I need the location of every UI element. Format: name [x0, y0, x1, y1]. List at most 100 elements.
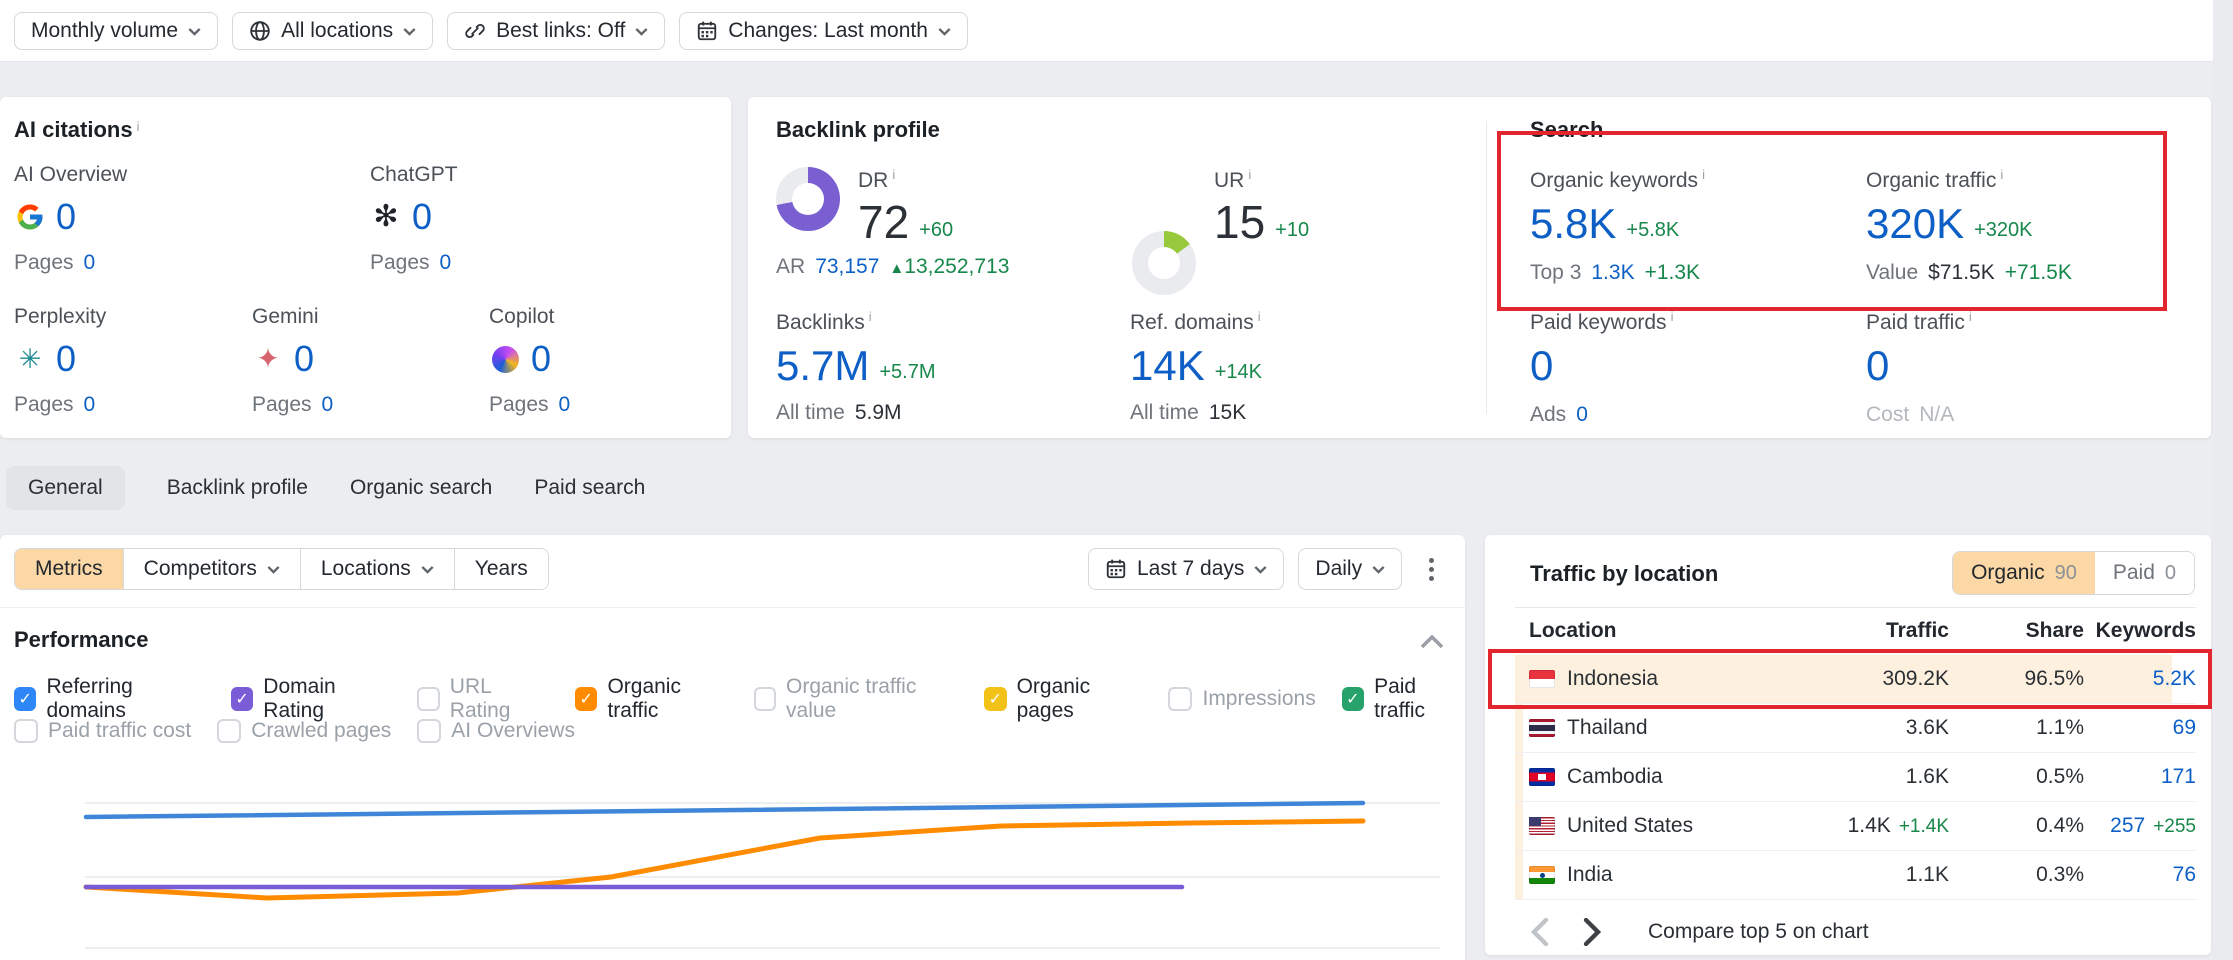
- info-icon[interactable]: i: [892, 167, 895, 182]
- scrollbar-gutter[interactable]: [2213, 0, 2233, 960]
- backlinks-value[interactable]: 5.7M: [776, 345, 869, 387]
- backlinks-label: Backlinks: [776, 311, 865, 334]
- date-range-label: Last 7 days: [1137, 557, 1244, 581]
- checkbox-icon: [1168, 687, 1192, 711]
- column-location[interactable]: Location: [1515, 619, 1779, 643]
- table-row-thailand[interactable]: Thailand 3.6K 1.1% 69: [1515, 704, 2196, 753]
- checkbox-ai-overviews[interactable]: AI Overviews: [417, 719, 575, 743]
- checkbox-crawled-pages[interactable]: Crawled pages: [217, 719, 391, 743]
- copilot-value[interactable]: 0: [531, 341, 551, 377]
- pages-label: Pages: [14, 393, 74, 417]
- info-icon[interactable]: i: [2000, 167, 2003, 182]
- column-keywords[interactable]: Keywords: [2084, 619, 2196, 643]
- collapse-chevron-up-icon[interactable]: [1420, 635, 1444, 649]
- next-page-icon[interactable]: [1582, 918, 1602, 946]
- pages-value[interactable]: 0: [84, 251, 96, 275]
- checkbox-domain-rating[interactable]: Domain Rating: [231, 675, 392, 723]
- checkbox-impressions[interactable]: Impressions: [1168, 687, 1315, 711]
- perplexity-value[interactable]: 0: [56, 341, 76, 377]
- toggle-organic[interactable]: Organic90: [1953, 552, 2095, 594]
- share-value: 96.5%: [1949, 667, 2084, 691]
- cost-label: Cost: [1866, 403, 1909, 427]
- ai-overview-value[interactable]: 0: [56, 199, 76, 235]
- ref-domains-value[interactable]: 14K: [1130, 345, 1205, 387]
- tab-paid-search[interactable]: Paid search: [534, 466, 645, 510]
- date-range-button[interactable]: Last 7 days: [1088, 548, 1284, 590]
- info-icon[interactable]: i: [1969, 309, 1972, 324]
- ar-value[interactable]: 73,157: [815, 255, 879, 279]
- info-icon[interactable]: i: [869, 309, 872, 324]
- locations-segment[interactable]: Locations: [301, 549, 455, 589]
- globe-icon: [249, 20, 271, 42]
- best-links-filter[interactable]: Best links: Off: [447, 12, 665, 50]
- toggle-paid[interactable]: Paid0: [2095, 552, 2194, 594]
- checkbox-paid-traffic[interactable]: Paid traffic: [1342, 675, 1465, 723]
- monthly-volume-filter[interactable]: Monthly volume: [14, 12, 218, 50]
- table-row-indonesia[interactable]: Indonesia 309.2K 96.5% 5.2K: [1515, 655, 2196, 704]
- keywords-link[interactable]: 76: [2084, 863, 2196, 887]
- pages-value[interactable]: 0: [84, 393, 96, 417]
- backlink-search-card: Backlink profile DRi 72 +60 AR 73,157 ▲1…: [748, 97, 2211, 438]
- keywords-link[interactable]: 257+255: [2084, 814, 2196, 838]
- checkbox-organic-traffic[interactable]: Organic traffic: [575, 675, 728, 723]
- competitors-segment[interactable]: Competitors: [124, 549, 301, 589]
- pages-label: Pages: [14, 251, 74, 275]
- calendar-icon: [696, 20, 718, 42]
- top3-value[interactable]: 1.3K: [1591, 261, 1634, 285]
- info-icon[interactable]: i: [1702, 167, 1705, 182]
- table-row-cambodia[interactable]: Cambodia 1.6K 0.5% 171: [1515, 753, 2196, 802]
- changes-filter-label: Changes: Last month: [728, 19, 928, 43]
- performance-line-chart[interactable]: [60, 770, 1460, 960]
- prev-page-icon[interactable]: [1530, 918, 1550, 946]
- column-share[interactable]: Share: [1949, 619, 2084, 643]
- keywords-link[interactable]: 69: [2084, 716, 2196, 740]
- alltime-value: 5.9M: [855, 401, 902, 425]
- table-row-india[interactable]: India 1.1K 0.3% 76: [1515, 851, 2196, 900]
- checkbox-organic-traffic-value[interactable]: Organic traffic value: [754, 675, 959, 723]
- gemini-value[interactable]: 0: [294, 341, 314, 377]
- years-label: Years: [475, 557, 528, 581]
- checkbox-paid-traffic-cost[interactable]: Paid traffic cost: [14, 719, 191, 743]
- ai-overview-block: AI Overview 0 Pages0: [14, 163, 127, 275]
- metrics-segment[interactable]: Metrics: [15, 549, 124, 589]
- traffic-value: 309.2K: [1779, 667, 1949, 691]
- paid-traffic-label: Paid traffic: [1866, 311, 1965, 334]
- table-row-united-states[interactable]: United States 1.4K+1.4K 0.4% 257+255: [1515, 802, 2196, 851]
- keywords-link[interactable]: 5.2K: [2084, 667, 2196, 691]
- info-icon[interactable]: i: [137, 119, 140, 134]
- chatgpt-value[interactable]: 0: [412, 199, 432, 235]
- pages-value[interactable]: 0: [322, 393, 334, 417]
- column-traffic[interactable]: Traffic: [1779, 619, 1949, 643]
- tab-organic-search[interactable]: Organic search: [350, 466, 492, 510]
- info-icon[interactable]: i: [1248, 167, 1251, 182]
- info-icon[interactable]: i: [1258, 309, 1261, 324]
- organic-keywords-value[interactable]: 5.8K: [1530, 203, 1616, 245]
- granularity-button[interactable]: Daily: [1298, 548, 1402, 590]
- tab-backlink-profile[interactable]: Backlink profile: [167, 466, 308, 510]
- traffic-value: 3.6K: [1779, 716, 1949, 740]
- info-icon[interactable]: i: [1671, 309, 1674, 324]
- pages-value[interactable]: 0: [559, 393, 571, 417]
- pages-label: Pages: [252, 393, 312, 417]
- checkbox-url-rating[interactable]: URL Rating: [417, 675, 549, 723]
- tab-general[interactable]: General: [6, 466, 125, 510]
- ads-value[interactable]: 0: [1576, 403, 1588, 427]
- checkbox-organic-pages[interactable]: Organic pages: [984, 675, 1142, 723]
- copilot-block: Copilot 0 Pages0: [489, 305, 570, 417]
- more-options-kebab-icon[interactable]: [1416, 548, 1446, 590]
- keywords-link[interactable]: 171: [2084, 765, 2196, 789]
- traffic-value: 1.6K: [1779, 765, 1949, 789]
- changes-filter[interactable]: Changes: Last month: [679, 12, 968, 50]
- years-segment[interactable]: Years: [455, 549, 548, 589]
- alltime-value: 15K: [1209, 401, 1246, 425]
- organic-traffic-value[interactable]: 320K: [1866, 203, 1964, 245]
- filters-toolbar: Monthly volume All locations Best links:…: [0, 0, 2213, 62]
- paid-traffic-value[interactable]: 0: [1866, 345, 1889, 387]
- paid-keywords-value[interactable]: 0: [1530, 345, 1553, 387]
- checkbox-referring-domains[interactable]: Referring domains: [14, 675, 205, 723]
- checkbox-icon: [984, 687, 1006, 711]
- pages-value[interactable]: 0: [440, 251, 452, 275]
- locations-filter[interactable]: All locations: [232, 12, 433, 50]
- top3-label: Top 3: [1530, 261, 1581, 285]
- compare-top5-button[interactable]: Compare top 5 on chart: [1648, 920, 1869, 944]
